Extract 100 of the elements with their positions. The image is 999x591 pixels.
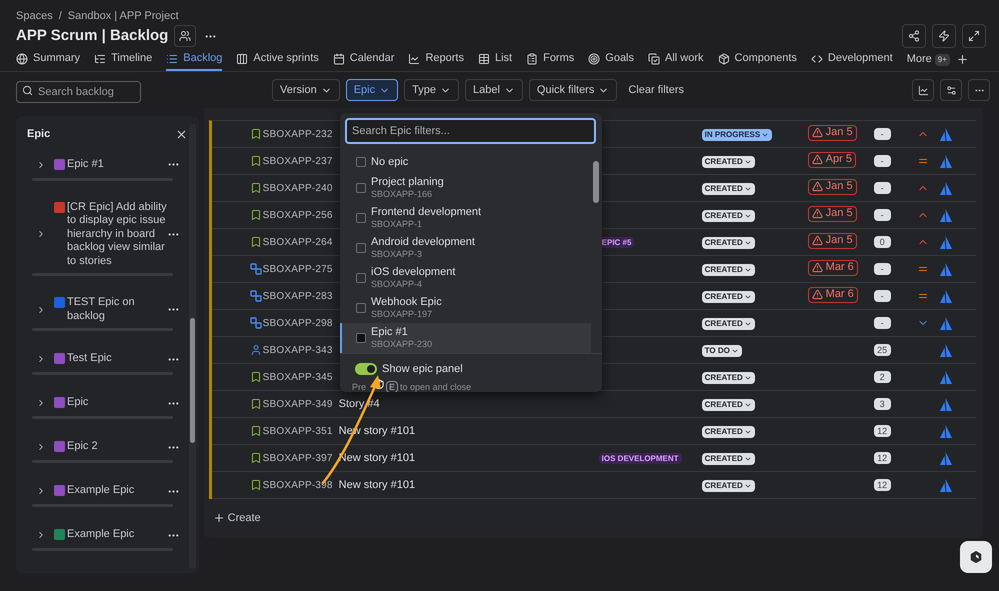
epic-option[interactable]: Frontend development SBOXAPP-1 [340, 203, 591, 233]
breadcrumb-link[interactable]: Sandbox | APP Project [68, 8, 179, 24]
toggle-switch[interactable] [355, 363, 377, 376]
epic-name[interactable]: TEST Epic on backlog [67, 296, 167, 323]
epic-name[interactable]: Test Epic [67, 352, 167, 366]
assignee-icon[interactable] [938, 182, 952, 194]
clear-filters-button[interactable]: Clear filters [623, 79, 689, 101]
status-dropdown[interactable]: TO DO [702, 344, 742, 357]
epic-option[interactable]: No epic [340, 151, 591, 173]
issue-key[interactable]: SBOXAPP-397 [262, 452, 333, 464]
share-button[interactable] [902, 24, 926, 48]
issue-key[interactable]: SBOXAPP-351 [262, 426, 333, 437]
automation-button[interactable] [932, 24, 956, 48]
filter-dropdown[interactable]: Version [272, 79, 340, 101]
status-dropdown[interactable]: CREATED [702, 426, 755, 438]
nav-tab[interactable]: Active sprints [236, 48, 319, 71]
issue-key[interactable]: SBOXAPP-398 [262, 480, 333, 491]
nav-tab[interactable]: Timeline [94, 48, 152, 71]
nav-tab[interactable]: All work [648, 48, 704, 71]
epic-name[interactable]: Epic #1 [67, 158, 167, 172]
nav-tab[interactable]: Reports [408, 48, 464, 71]
checkbox[interactable] [356, 273, 366, 283]
epic-option[interactable]: Android development SBOXAPP-3 [340, 233, 591, 263]
epic-name[interactable]: Epic 2 [67, 440, 167, 454]
nav-tab[interactable]: List [478, 48, 512, 71]
checkbox[interactable] [356, 157, 366, 167]
filter-dropdown[interactable]: Type [404, 79, 459, 101]
assignee-icon[interactable] [938, 262, 952, 276]
checkbox[interactable] [356, 183, 366, 193]
assignee-icon[interactable] [938, 370, 952, 384]
nav-tab[interactable]: Components [718, 48, 797, 71]
checkbox[interactable] [356, 333, 366, 343]
issue-key[interactable]: SBOXAPP-275 [262, 264, 333, 275]
checkbox[interactable] [356, 213, 366, 223]
nav-tab[interactable]: Calendar [332, 48, 394, 71]
nav-tab[interactable]: Development [810, 48, 893, 71]
issue-key[interactable]: SBOXAPP-232 [262, 128, 333, 140]
epic-name[interactable]: Example Epic [67, 484, 167, 498]
epic-option[interactable]: Epic #1 SBOXAPP-230 [340, 323, 591, 353]
assignee-icon[interactable] [938, 398, 952, 410]
breadcrumb-link[interactable]: Spaces [16, 8, 53, 24]
status-dropdown[interactable]: CREATED [702, 372, 755, 384]
assignee-icon[interactable] [938, 424, 952, 438]
issue-key[interactable]: SBOXAPP-237 [262, 156, 333, 167]
search-field[interactable]: Search Epic filters... [345, 118, 596, 144]
nav-tab[interactable]: Goals [588, 48, 634, 71]
status-dropdown[interactable]: CREATED [702, 156, 755, 168]
issue-key[interactable]: SBOXAPP-345 [262, 372, 333, 383]
status-dropdown[interactable]: CREATED [702, 290, 755, 303]
status-dropdown[interactable]: CREATED [702, 452, 755, 465]
issue-key[interactable]: SBOXAPP-349 [262, 398, 333, 410]
fullscreen-button[interactable] [962, 24, 986, 48]
assignee-icon[interactable] [938, 344, 952, 356]
assignee-icon[interactable] [938, 128, 952, 140]
status-dropdown[interactable]: CREATED [702, 264, 755, 276]
assignee-icon[interactable] [938, 236, 952, 248]
issue-key[interactable]: SBOXAPP-298 [262, 318, 333, 329]
issue-key[interactable]: SBOXAPP-240 [262, 182, 333, 194]
nav-tab[interactable]: Backlog [166, 48, 222, 71]
assignee-icon[interactable] [938, 452, 952, 464]
epic-option[interactable]: iOS development SBOXAPP-4 [340, 263, 591, 293]
status-dropdown[interactable]: CREATED [702, 210, 755, 222]
help-button[interactable] [960, 541, 992, 573]
epic-option[interactable]: Project planing SBOXAPP-166 [340, 173, 591, 203]
assignee-icon[interactable] [938, 478, 952, 492]
epic-name[interactable]: Example Epic [67, 528, 167, 542]
assignee-icon[interactable] [938, 316, 952, 330]
nav-tab[interactable]: Forms [526, 48, 574, 71]
issue-key[interactable]: SBOXAPP-264 [262, 236, 333, 248]
close-icon[interactable] [174, 128, 188, 141]
filter-dropdown[interactable]: Quick filters [528, 79, 618, 101]
status-dropdown[interactable]: CREATED [702, 398, 755, 411]
scrollbar[interactable] [188, 124, 196, 569]
status-dropdown[interactable]: CREATED [702, 318, 755, 330]
nav-tab[interactable]: Summary [16, 48, 80, 71]
epic-name[interactable]: Epic [67, 396, 167, 410]
epic-name[interactable]: [CR Epic] Add ability to display epic issue hierarchy in board backlog view similar to stories [67, 200, 167, 268]
checkbox[interactable] [356, 243, 366, 253]
status-dropdown[interactable]: IN PROGRESS [702, 128, 772, 141]
filter-dropdown[interactable]: Epic [346, 79, 398, 101]
status-dropdown[interactable]: CREATED [702, 236, 755, 249]
add-tab-icon[interactable] [956, 53, 969, 66]
search-field[interactable]: Search backlog [16, 81, 141, 103]
issue-key[interactable]: SBOXAPP-256 [262, 210, 333, 221]
issue-row[interactable]: SBOXAPP-398 New story #101 CREATED 12 [212, 472, 976, 499]
more-tab[interactable]: More 9+ [906, 48, 950, 71]
status-dropdown[interactable]: CREATED [702, 480, 755, 492]
filter-dropdown[interactable]: Label [464, 79, 523, 101]
issue-key[interactable]: SBOXAPP-343 [262, 344, 333, 356]
issue-key[interactable]: SBOXAPP-283 [262, 290, 333, 302]
create-button[interactable]: Create [212, 509, 261, 527]
status-dropdown[interactable]: CREATED [702, 182, 755, 195]
assignee-icon[interactable] [938, 290, 952, 302]
view-settings-button[interactable] [940, 79, 962, 101]
epic-option[interactable]: Webhook Epic SBOXAPP-197 [340, 293, 591, 323]
insights-button[interactable] [912, 79, 934, 101]
checkbox[interactable] [356, 303, 366, 313]
assignee-icon[interactable] [938, 208, 952, 222]
assignee-icon[interactable] [938, 154, 952, 168]
team-button[interactable] [174, 25, 196, 47]
